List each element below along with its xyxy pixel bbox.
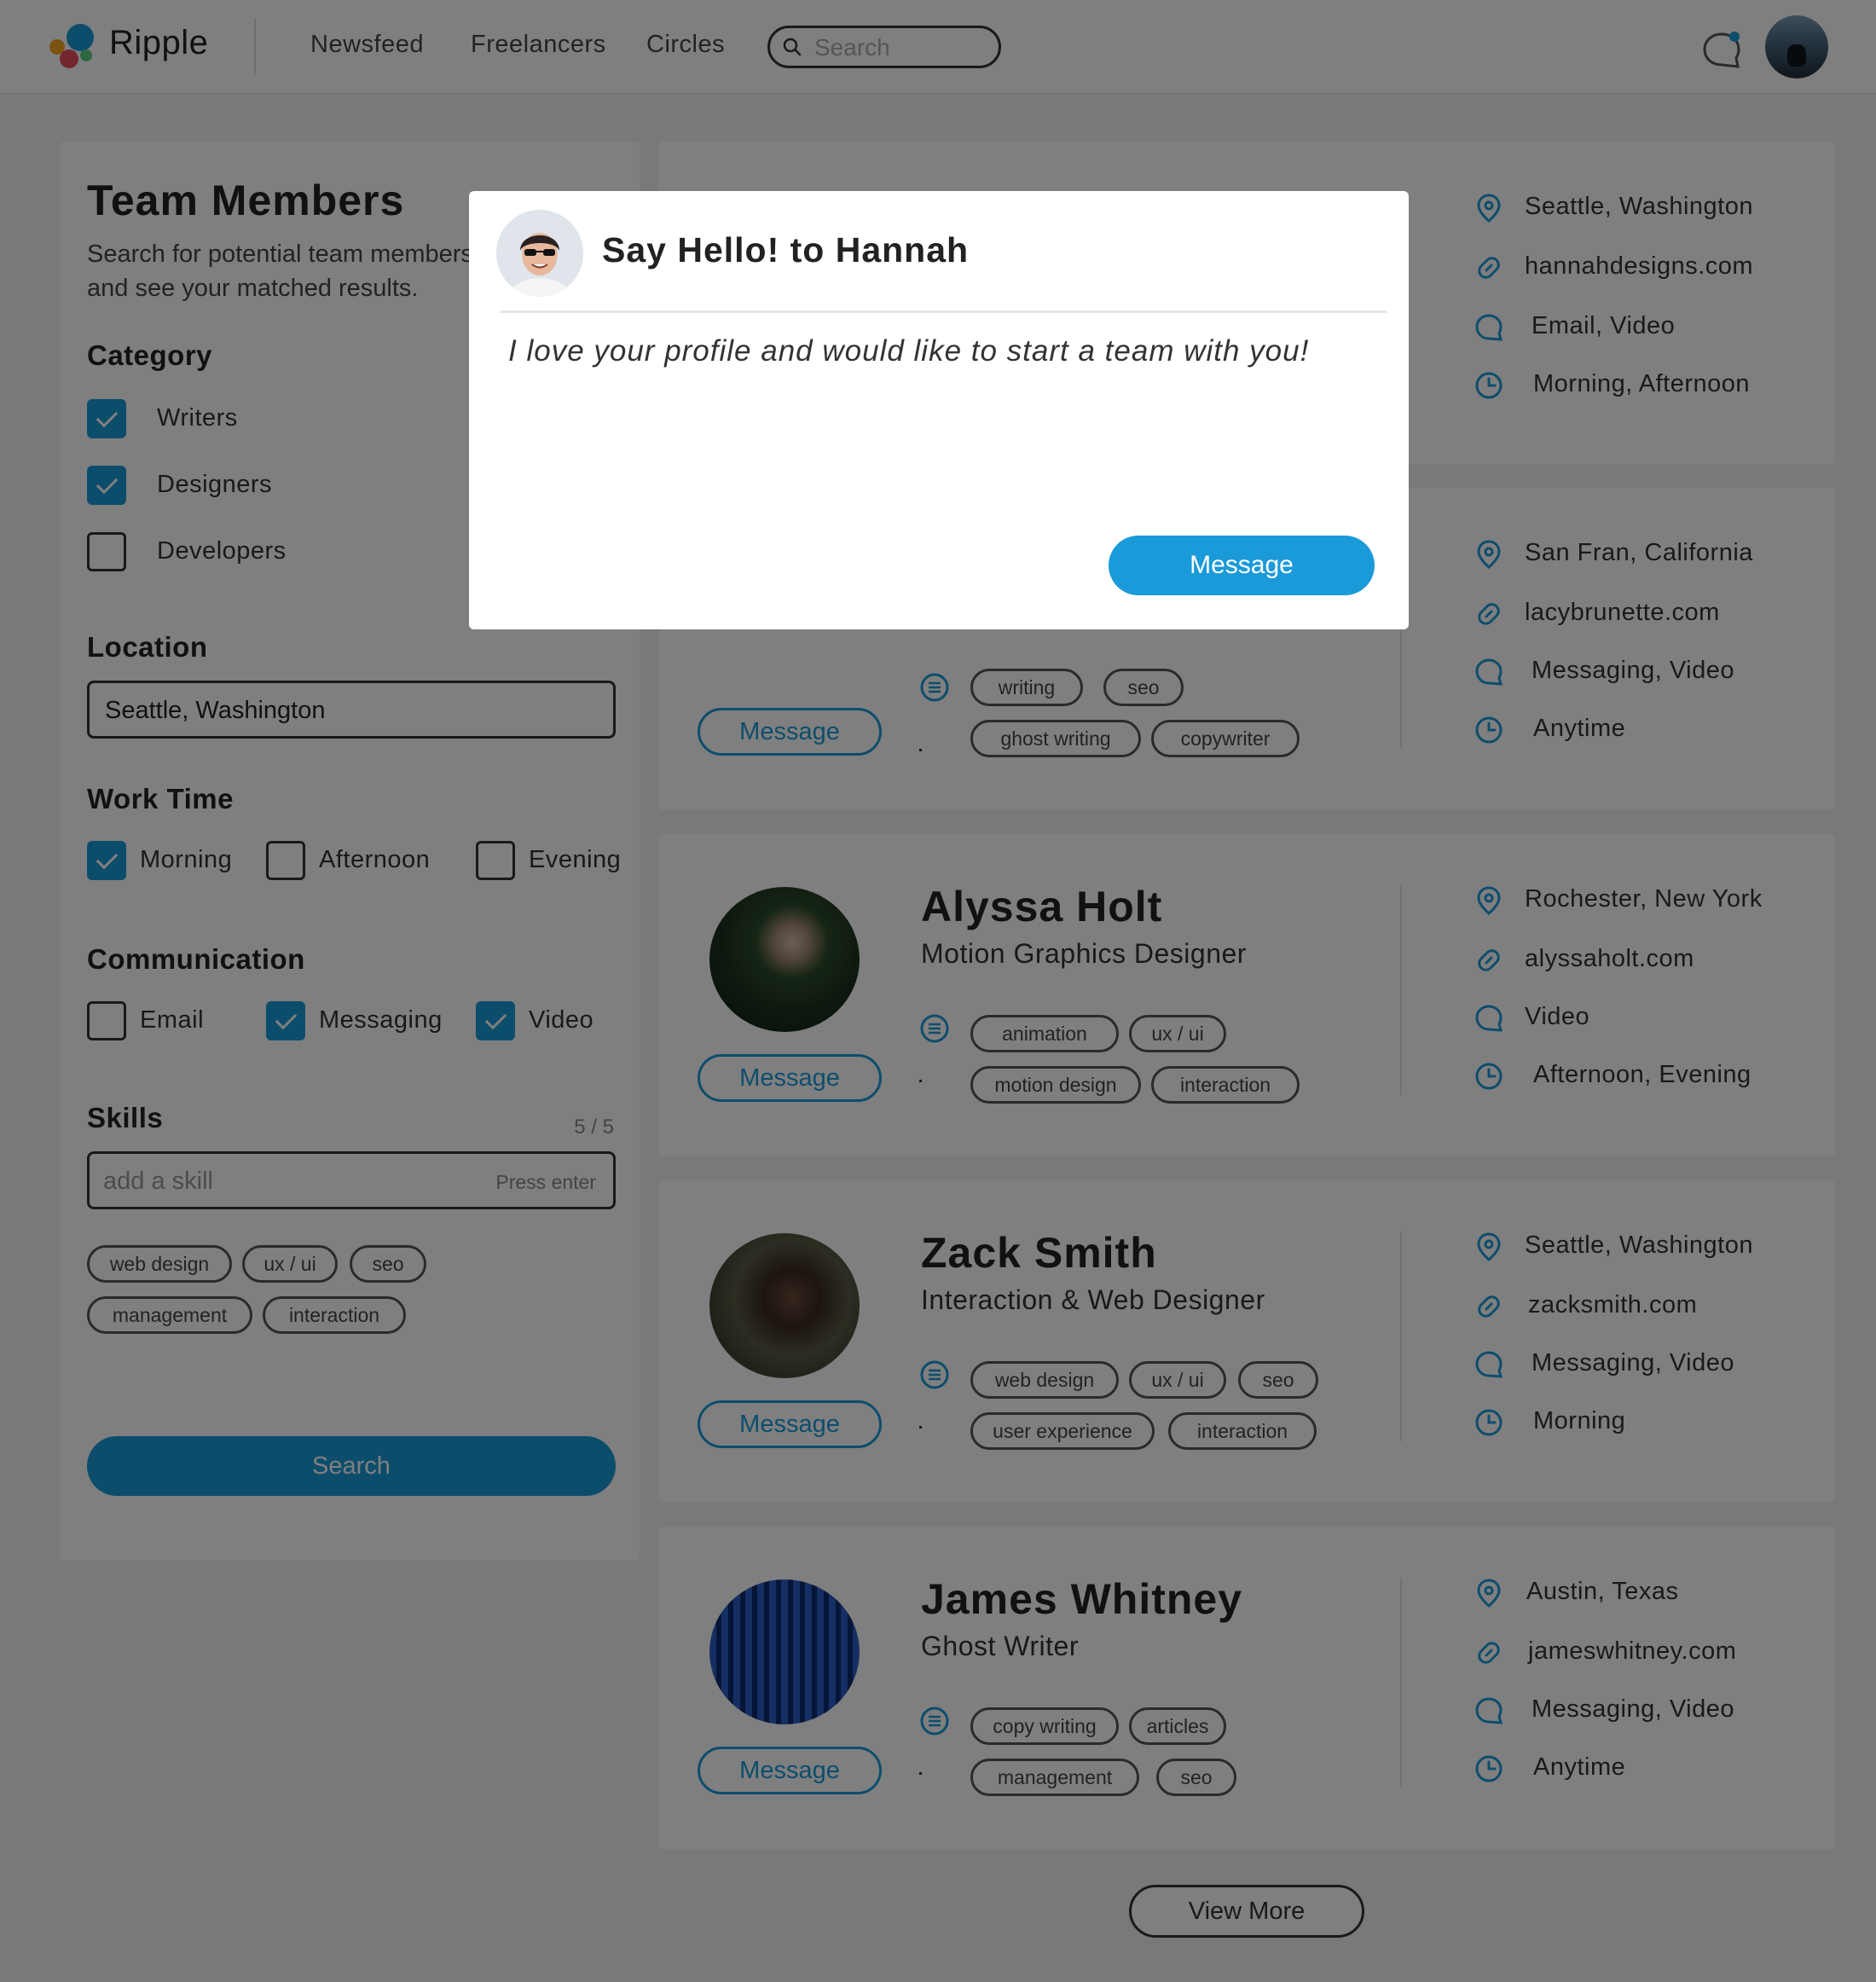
message-modal: Say Hello! to Hannah I love your profile… — [469, 191, 1409, 629]
modal-divider — [500, 310, 1387, 313]
modal-title: Say Hello! to Hannah — [602, 230, 970, 269]
send-message-button[interactable]: Message — [1109, 536, 1375, 595]
recipient-avatar — [496, 210, 583, 297]
message-textarea[interactable]: I love your profile and would like to st… — [508, 334, 1309, 368]
